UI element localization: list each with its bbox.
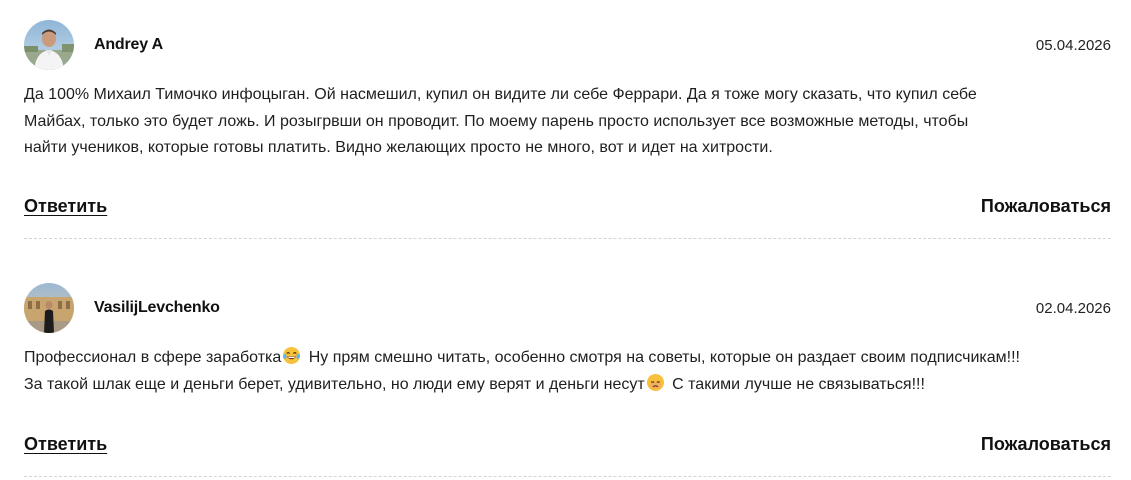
comment-item: VasilijLevchenko 02.04.2026 Профессионал… bbox=[24, 283, 1111, 454]
comment-text-line: Майбах, только это будет ложь. И розыгрв… bbox=[24, 112, 969, 130]
comment-header: Andrey A 05.04.2026 bbox=[24, 20, 1111, 70]
avatar bbox=[24, 20, 74, 70]
user-photo-icon bbox=[24, 20, 74, 70]
report-button[interactable]: Пожаловаться bbox=[981, 434, 1111, 455]
comment-text-segment: С такими лучше не связываться!!! bbox=[667, 375, 925, 393]
comment-header: VasilijLevchenko 02.04.2026 bbox=[24, 283, 1111, 333]
comment-text: Профессионал в сфере заработка Ну прям с… bbox=[24, 345, 1111, 398]
comment-text-segment: Ну прям смешно читать, особенно смотря н… bbox=[304, 349, 1020, 366]
comment-text-line: За такой шлак еще и деньги берет, удивит… bbox=[24, 372, 1111, 399]
author-name: VasilijLevchenko bbox=[94, 299, 220, 316]
comment-text-line: Да 100% Михаил Тимочко инфоцыган. Ой нас… bbox=[24, 86, 977, 103]
reply-link[interactable]: Ответить bbox=[24, 196, 107, 217]
comment-divider bbox=[24, 476, 1111, 477]
comment-text-segment: Профессионал в сфере заработка bbox=[24, 349, 282, 366]
comment-text-segment: За такой шлак еще и деньги берет, удивит… bbox=[24, 375, 645, 393]
comment-date: 02.04.2026 bbox=[1035, 300, 1111, 317]
sad-emoji-icon bbox=[646, 373, 664, 391]
comment-text: Да 100% Михаил Тимочко инфоцыган. Ой нас… bbox=[24, 82, 1111, 162]
comment-actions: Ответить Пожаловаться bbox=[24, 434, 1111, 458]
comment-divider bbox=[24, 238, 1111, 239]
laughing-tears-emoji-icon bbox=[283, 346, 301, 365]
report-button[interactable]: Пожаловаться bbox=[981, 196, 1111, 217]
comment-item: Andrey A 05.04.2026 Да 100% Михаил Тимоч… bbox=[24, 20, 1111, 216]
avatar bbox=[24, 283, 74, 333]
reply-link[interactable]: Ответить bbox=[24, 434, 107, 455]
comment-actions: Ответить Пожаловаться bbox=[24, 196, 1111, 220]
author-name: Andrey A bbox=[94, 36, 163, 53]
user-photo-icon bbox=[24, 283, 74, 333]
comment-date: 05.04.2026 bbox=[1035, 37, 1111, 54]
comment-text-line: найти учеников, которые готовы платить. … bbox=[24, 139, 773, 156]
comment-text-line: Профессионал в сфере заработка Ну прям с… bbox=[24, 345, 1111, 372]
